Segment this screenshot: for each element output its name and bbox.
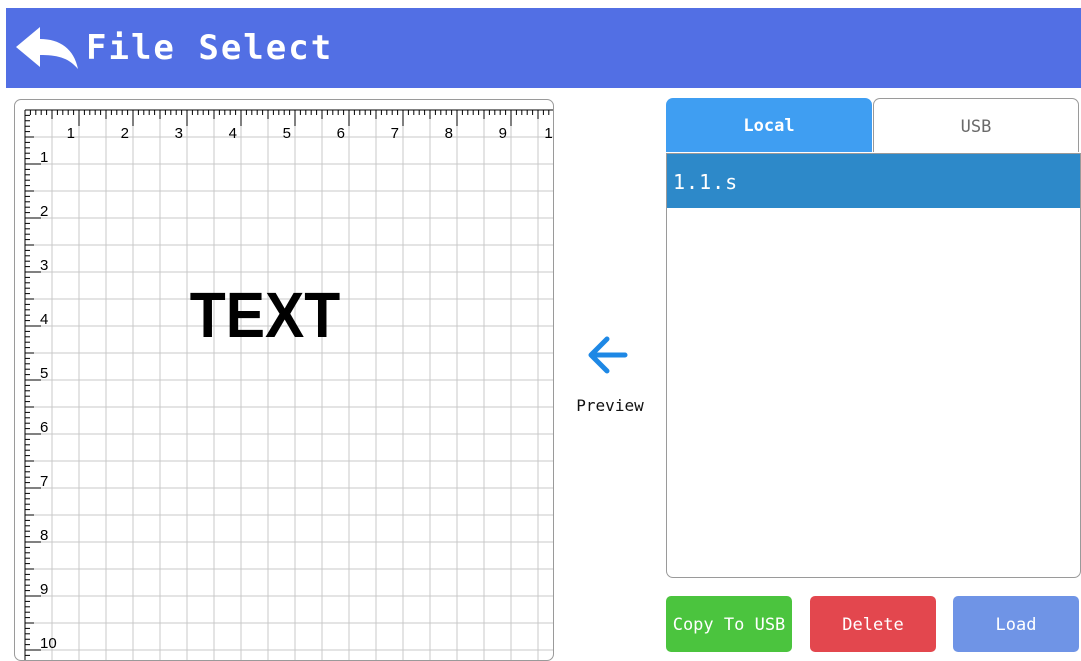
load-button[interactable]: Load — [953, 596, 1079, 652]
ruler-left-label: 3 — [40, 257, 48, 274]
ruler-left-label: 1 — [40, 149, 48, 166]
ruler-top-label: 2 — [121, 125, 129, 142]
preview-text: TEXT — [189, 279, 341, 351]
ruler-top-label: 6 — [337, 125, 345, 142]
ruler-top-label: 4 — [229, 125, 237, 142]
preview-button[interactable]: Preview — [565, 332, 655, 422]
ruler-left-label: 2 — [40, 203, 48, 220]
back-arrow-icon — [16, 27, 78, 69]
ruler-top-label: 3 — [175, 125, 183, 142]
tab-local[interactable]: Local — [666, 98, 872, 152]
ruler-top-label: 5 — [283, 125, 291, 142]
delete-button[interactable]: Delete — [810, 596, 936, 652]
preview-canvas: 1 2 3 4 5 6 7 8 9 10 1 2 3 4 5 6 7 8 9 10 TEXT — [14, 99, 554, 661]
ruler-left-label: 9 — [40, 581, 48, 598]
ruler-left-label: 4 — [40, 311, 48, 328]
page-title: File Select — [86, 28, 334, 68]
source-tabs: Local USB — [666, 98, 1080, 154]
ruler-left-label: 10 — [40, 635, 57, 652]
ruler-left-label: 7 — [40, 473, 48, 490]
copy-to-usb-button[interactable]: Copy To USB — [666, 596, 792, 652]
ruler-left-label: 8 — [40, 527, 48, 544]
ruler-top-label: 9 — [499, 125, 507, 142]
preview-label: Preview — [576, 396, 644, 415]
file-item[interactable]: 1.1.s — [667, 154, 1080, 208]
back-button[interactable] — [14, 25, 80, 71]
ruler-top-label: 1 — [67, 125, 75, 142]
title-bar: File Select — [6, 8, 1081, 88]
file-list: 1.1.s — [666, 153, 1081, 578]
ruler-top-label: 8 — [445, 125, 453, 142]
left-arrow-icon — [588, 336, 628, 374]
tab-usb[interactable]: USB — [873, 98, 1079, 152]
ruler-grid: 1 2 3 4 5 6 7 8 9 10 1 2 3 4 5 6 7 8 9 10 — [24, 109, 553, 660]
ruler-top-label: 7 — [391, 125, 399, 142]
ruler-top-label: 10 — [544, 125, 553, 142]
ruler-left-label: 6 — [40, 419, 48, 436]
ruler-left-label: 5 — [40, 365, 48, 382]
